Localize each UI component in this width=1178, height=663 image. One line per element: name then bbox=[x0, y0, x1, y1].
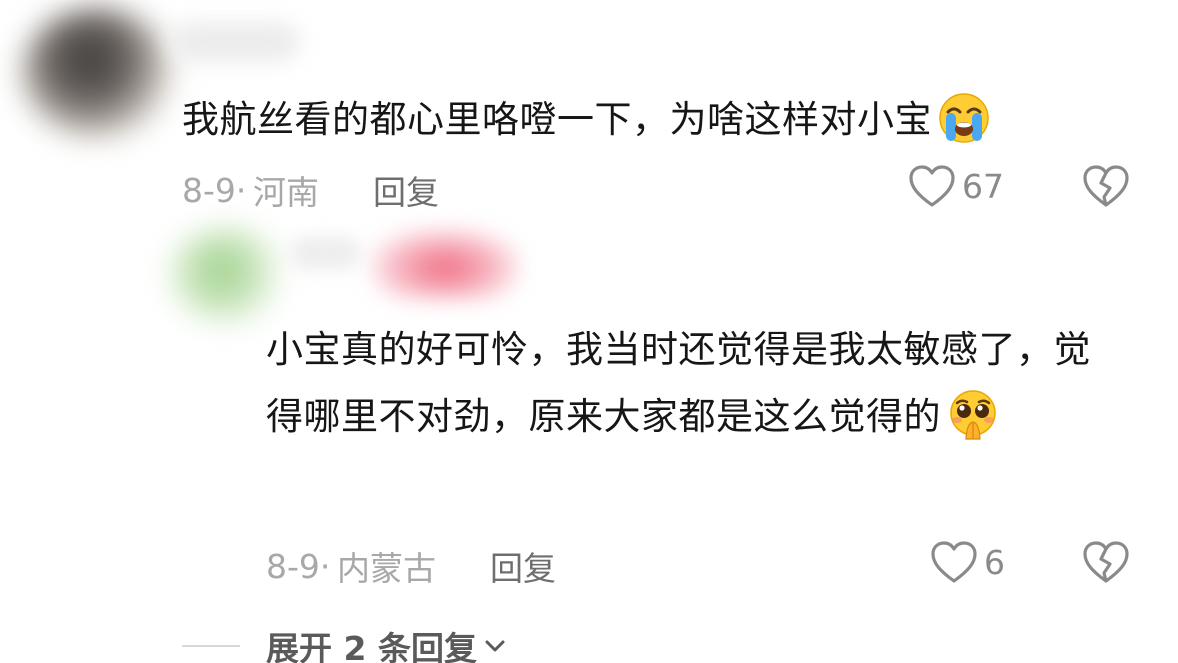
divider bbox=[182, 645, 240, 647]
username-badge bbox=[370, 228, 520, 300]
dislike-button[interactable] bbox=[1082, 164, 1130, 212]
pleading-face-emoji bbox=[950, 389, 996, 440]
comment-meta: 8-9 · 河南 回复 bbox=[182, 166, 439, 214]
like-count: 67 bbox=[962, 166, 1004, 206]
heart-outline-icon bbox=[909, 165, 955, 207]
comment-date: 8-9 bbox=[266, 546, 320, 586]
comment-location: 内蒙古 bbox=[337, 549, 436, 588]
expand-replies-label: 展开 2 条回复 bbox=[266, 629, 477, 663]
avatar[interactable] bbox=[168, 228, 288, 323]
like-button[interactable]: 6 bbox=[930, 540, 1005, 584]
comment-thread: 我航丝看的都心里咯噔一下，为啥这样对小宝 8-9 · 河南 回复 67 小宝真的… bbox=[0, 0, 1178, 663]
username[interactable] bbox=[290, 236, 360, 270]
chevron-down-icon bbox=[485, 640, 505, 652]
comment-date: 8-9 bbox=[182, 170, 236, 210]
comment-location: 河南 bbox=[253, 173, 319, 212]
heart-outline-icon bbox=[931, 541, 977, 583]
like-count: 6 bbox=[984, 542, 1005, 582]
meta-separator: · bbox=[319, 546, 337, 586]
username[interactable] bbox=[170, 22, 300, 62]
broken-heart-icon bbox=[1083, 165, 1129, 207]
meta-separator: · bbox=[235, 170, 253, 210]
reply-button[interactable]: 回复 bbox=[373, 166, 439, 214]
comment-meta: 8-9 · 内蒙古 回复 bbox=[266, 542, 556, 590]
comment-body[interactable]: 小宝真的好可怜，我当时还觉得是我太敏感了，觉得哪里不对劲，原来大家都是这么觉得的 bbox=[266, 316, 1126, 450]
avatar[interactable] bbox=[22, 8, 172, 138]
comment-text: 我航丝看的都心里咯噔一下，为啥这样对小宝 bbox=[182, 98, 932, 141]
reply-button[interactable]: 回复 bbox=[490, 542, 556, 590]
like-button[interactable]: 67 bbox=[908, 164, 1004, 208]
broken-heart-icon bbox=[1083, 541, 1129, 583]
loudly-crying-face-emoji bbox=[939, 92, 989, 143]
expand-replies-button[interactable]: 展开 2 条回复 bbox=[182, 622, 507, 663]
dislike-button[interactable] bbox=[1082, 540, 1130, 588]
comment-body[interactable]: 我航丝看的都心里咯噔一下，为啥这样对小宝 bbox=[182, 86, 990, 153]
